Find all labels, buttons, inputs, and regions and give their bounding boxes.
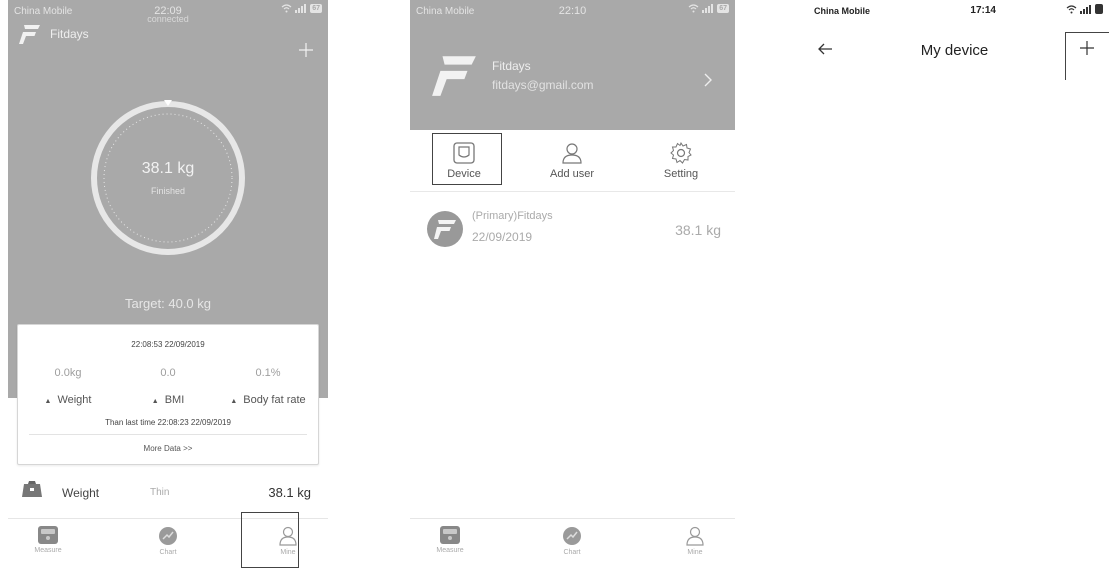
tab-chart[interactable]: Chart xyxy=(128,519,208,568)
metric-weight: 0.0kg ▲ Weight xyxy=(18,367,118,406)
metric-value: 0.0 xyxy=(160,367,176,379)
setting-label: Setting xyxy=(663,168,699,180)
device-logo-icon xyxy=(427,211,463,247)
scale-icon xyxy=(440,526,460,544)
measurement-timestamp: 22:08:53 22/09/2019 xyxy=(131,340,205,349)
brand-name: Fitdays xyxy=(50,27,89,41)
system-icons: 67 xyxy=(688,4,729,13)
comparison-text: Than last time 22:08:23 22/09/2019 xyxy=(105,418,231,427)
tab-mine[interactable]: Mine xyxy=(655,519,735,568)
tab-label: Chart xyxy=(159,549,177,556)
weight-row-value: 38.1 kg xyxy=(268,485,311,500)
metric-body-fat: 0.1% ▲ Body fat rate xyxy=(218,367,318,406)
device-name: (Primary)Fitdays xyxy=(472,210,553,222)
clock: 22:10 xyxy=(558,5,587,17)
profile: Fitdays fitdays@gmail.com xyxy=(430,50,594,100)
tab-bar: Measure Chart Mine xyxy=(410,518,735,568)
tab-chart[interactable]: Chart xyxy=(532,519,612,568)
tab-label: Mine xyxy=(280,549,296,556)
device-date: 22/09/2019 xyxy=(472,230,533,244)
scale-icon xyxy=(38,526,58,544)
fitdays-logo-icon xyxy=(19,25,40,44)
person-icon xyxy=(686,526,704,546)
screen-measure: China Mobile 22:09 67 connected Fitdays … xyxy=(8,0,328,568)
brand: Fitdays xyxy=(18,22,89,46)
chevron-right-icon[interactable] xyxy=(703,72,713,88)
gear-icon xyxy=(670,142,692,164)
more-data-link[interactable]: More Data >> xyxy=(18,444,318,453)
tab-label: Measure xyxy=(34,547,62,554)
tab-measure[interactable]: Measure xyxy=(410,519,490,568)
device-icon xyxy=(453,142,475,164)
setting-button[interactable]: Setting xyxy=(627,130,735,192)
add-user-icon xyxy=(562,143,582,164)
fitdays-logo-icon xyxy=(432,56,476,96)
measurement-card: 22:08:53 22/09/2019 0.0kg ▲ Weight 0.0 ▲ B… xyxy=(17,324,319,465)
system-icons xyxy=(1066,4,1103,14)
device-weight: 38.1 kg xyxy=(675,222,721,238)
chart-icon xyxy=(563,527,581,545)
wifi-icon xyxy=(281,4,292,13)
device-row[interactable]: (Primary)Fitdays 22/09/2019 38.1 kg xyxy=(422,206,735,258)
metric-bmi: 0.0 ▲ BMI xyxy=(118,367,218,406)
metric-value: 0.1% xyxy=(255,367,281,379)
weight-row-label: Weight xyxy=(62,486,100,500)
person-icon xyxy=(279,526,297,546)
profile-hero[interactable]: China Mobile 22:10 67 Fitdays fitdays@gm… xyxy=(410,0,735,130)
signal-icon xyxy=(295,4,307,13)
clock: 17:14 xyxy=(970,5,996,16)
triangle-up-icon: ▲ xyxy=(151,398,159,405)
add-user-button[interactable]: Add user xyxy=(518,130,626,192)
current-weight: 38.1 kg xyxy=(141,160,195,177)
signal-icon xyxy=(1080,4,1091,14)
tab-bar: Measure Chart Mine xyxy=(8,518,328,568)
weight-row-status: Thin xyxy=(150,487,170,498)
screen-mine: China Mobile 22:10 67 Fitdays fitdays@gm… xyxy=(410,0,735,568)
ring-readout: 38.1 kg Finished xyxy=(88,98,248,258)
device-button[interactable]: Device xyxy=(410,130,518,192)
divider xyxy=(29,434,307,435)
triangle-up-icon: ▲ xyxy=(44,398,52,405)
tab-label: Measure xyxy=(436,547,464,554)
metric-label: ▲ BMI xyxy=(151,394,185,406)
metric-value: 0.0kg xyxy=(54,367,82,379)
battery-icon: 67 xyxy=(717,4,729,13)
metric-label: ▲ Weight xyxy=(44,394,92,406)
status-bar: China Mobile 22:10 67 xyxy=(410,0,735,22)
measure-status: Finished xyxy=(150,186,186,196)
signal-icon xyxy=(702,4,714,13)
triangle-up-icon: ▲ xyxy=(230,398,238,405)
target-weight: Target: 40.0 kg xyxy=(125,296,211,311)
plus-icon[interactable] xyxy=(1079,40,1095,56)
profile-info: Fitdays fitdays@gmail.com xyxy=(492,59,594,92)
system-icons: 67 xyxy=(281,4,322,13)
wifi-icon xyxy=(688,4,699,13)
battery-icon xyxy=(1095,4,1103,14)
screen-my-device: China Mobile 17:14 My device xyxy=(800,0,1109,80)
nav-bar: My device xyxy=(800,36,1109,68)
tab-mine[interactable]: Mine xyxy=(248,519,328,568)
add-user-label: Add user xyxy=(549,168,595,180)
wifi-icon xyxy=(1066,4,1077,13)
tab-label: Mine xyxy=(687,549,703,556)
page-title: My device xyxy=(920,42,989,59)
battery-icon: 67 xyxy=(310,4,322,13)
weight-row[interactable]: Weight Thin 38.1 kg xyxy=(8,474,328,512)
tab-measure[interactable]: Measure xyxy=(8,519,88,568)
metric-label: ▲ Body fat rate xyxy=(230,394,306,406)
status-bar: China Mobile 17:14 xyxy=(800,0,1109,22)
scale-weight-icon xyxy=(22,481,42,497)
profile-email: fitdays@gmail.com xyxy=(492,77,594,92)
tab-label: Chart xyxy=(563,549,581,556)
quick-actions: Device Add user Setting xyxy=(410,130,735,192)
device-label: Device xyxy=(447,168,481,180)
chart-icon xyxy=(159,527,177,545)
plus-icon[interactable] xyxy=(298,42,314,58)
profile-name: Fitdays xyxy=(492,58,531,73)
